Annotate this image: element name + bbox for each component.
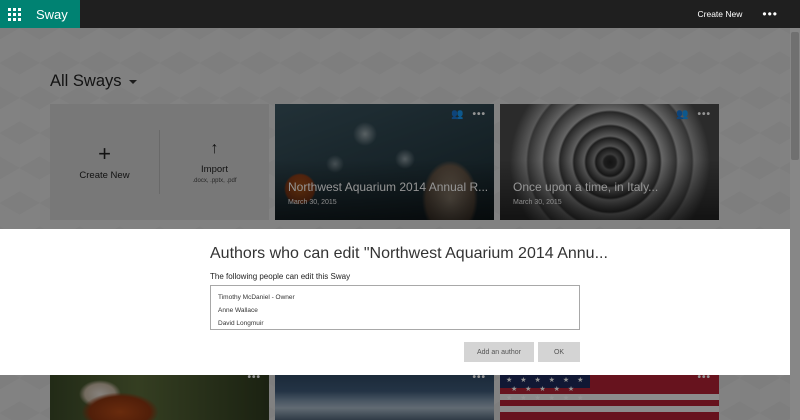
- top-bar: Sway Create New •••: [0, 0, 800, 28]
- top-bar-actions: Create New •••: [684, 0, 800, 28]
- author-item[interactable]: Anne Wallace: [218, 304, 572, 317]
- dialog-title: Authors who can edit "Northwest Aquarium…: [210, 245, 608, 262]
- waffle-icon: [7, 7, 21, 21]
- author-item[interactable]: Timothy McDaniel - Owner: [218, 291, 572, 304]
- add-author-button[interactable]: Add an author: [464, 342, 534, 362]
- ok-button[interactable]: OK: [538, 342, 580, 362]
- dialog-subtitle: The following people can edit this Sway: [210, 272, 351, 281]
- authors-dialog: Authors who can edit "Northwest Aquarium…: [0, 229, 790, 375]
- app-brand[interactable]: Sway: [28, 0, 80, 28]
- author-item[interactable]: David Longmuir: [218, 317, 572, 330]
- authors-list[interactable]: Timothy McDaniel - Owner Anne Wallace Da…: [210, 285, 580, 330]
- more-options-icon[interactable]: •••: [756, 8, 800, 20]
- create-new-link[interactable]: Create New: [684, 9, 757, 19]
- app-launcher-icon[interactable]: [0, 0, 28, 28]
